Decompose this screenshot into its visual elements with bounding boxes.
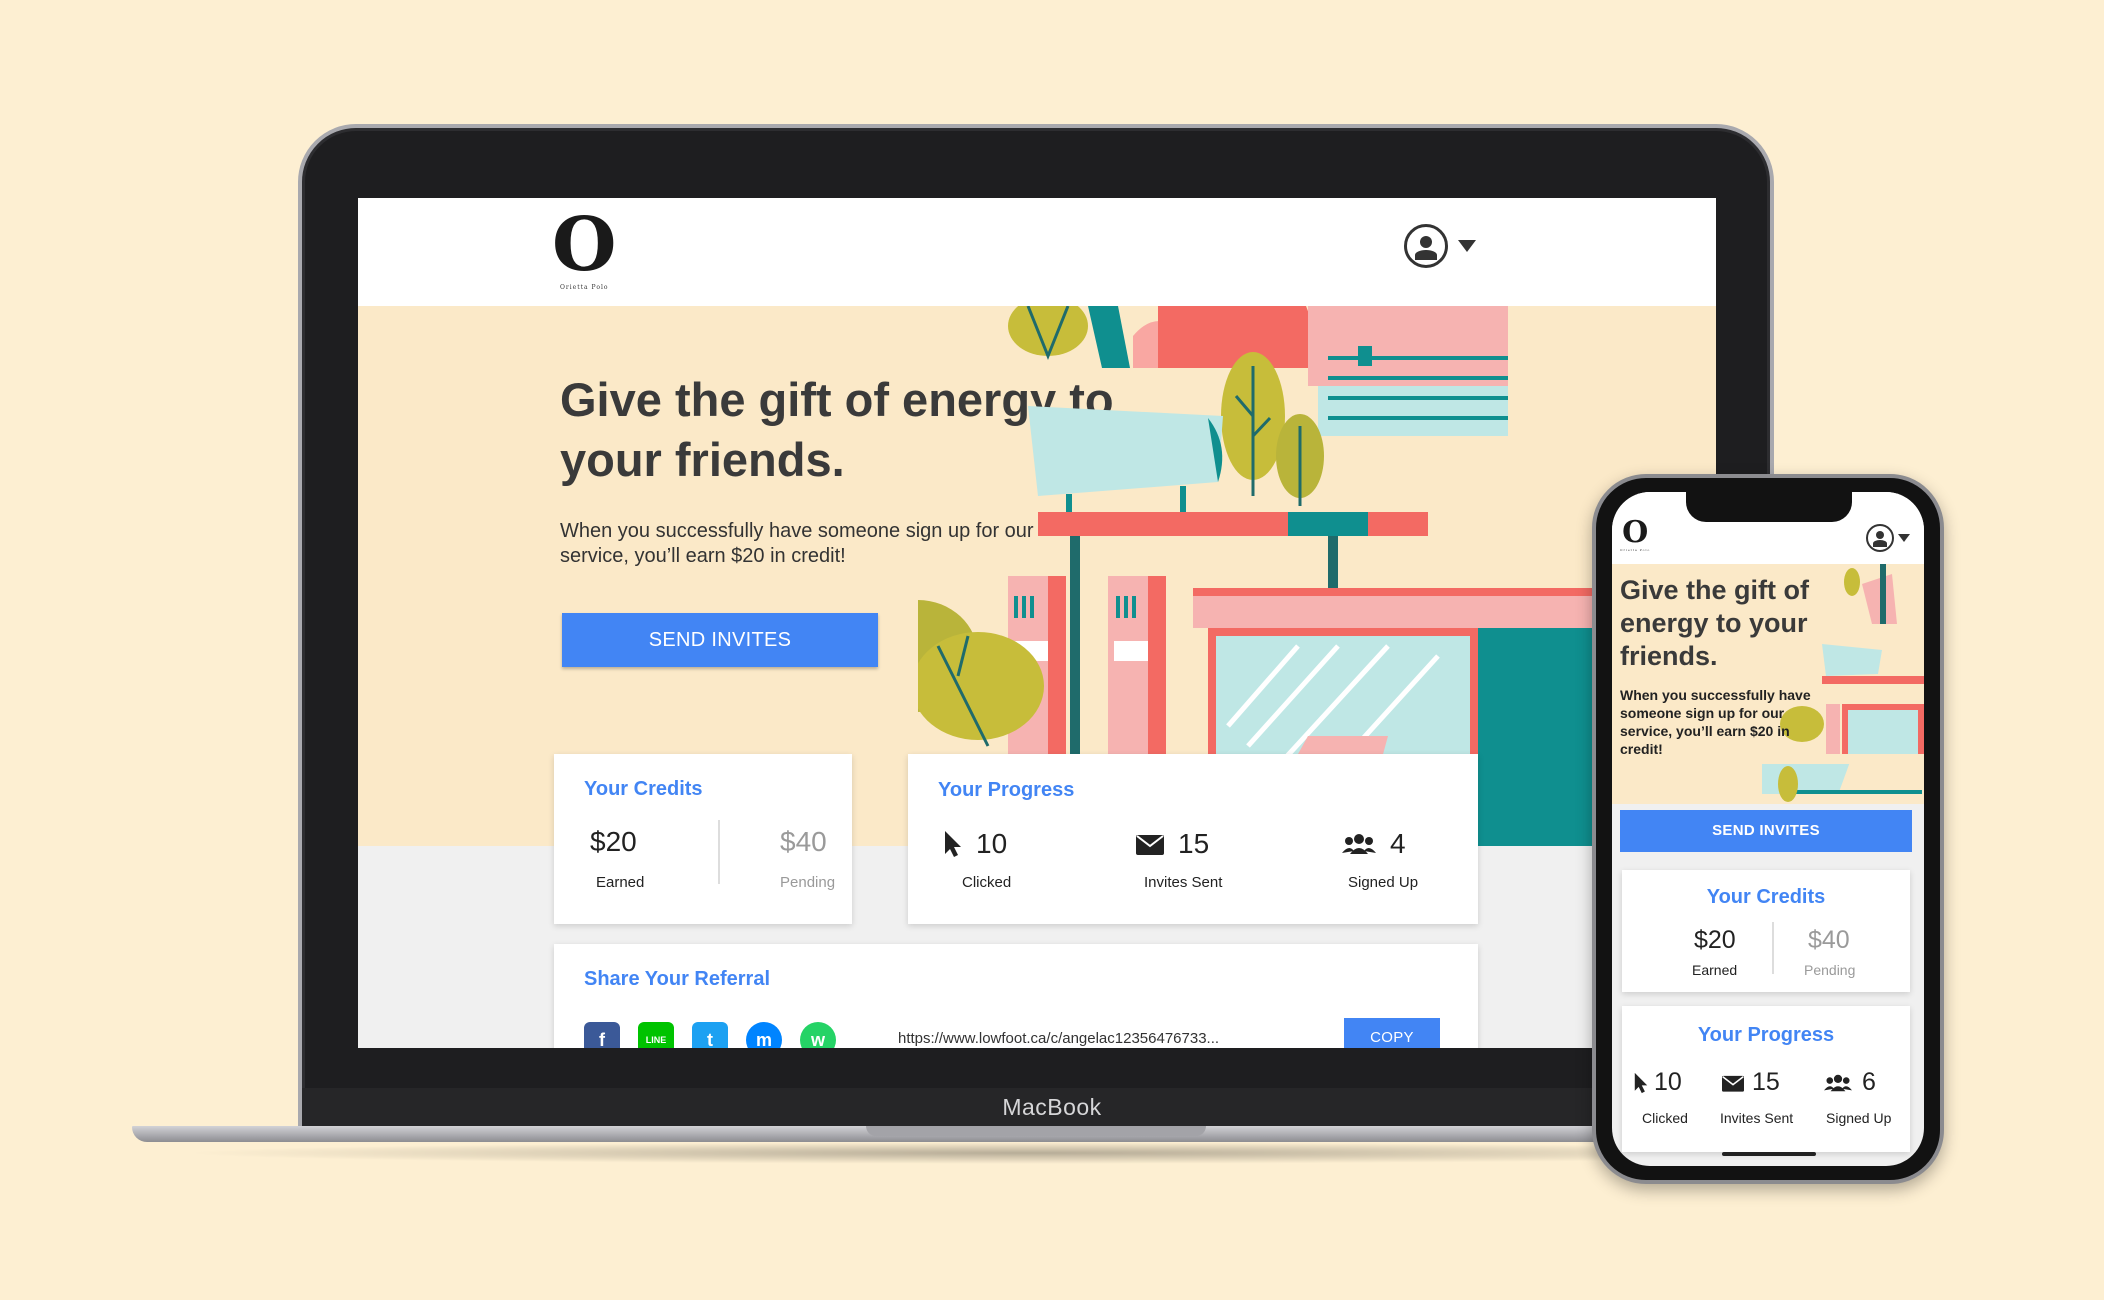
user-avatar-icon (1404, 224, 1448, 268)
signed-up-stat: 4 (1342, 828, 1406, 860)
logo-mark: O (552, 202, 617, 288)
mobile-hero-subtitle: When you successfully have someone sign … (1620, 687, 1811, 757)
line-icon[interactable]: LINE (638, 1022, 674, 1048)
phone-notch (1686, 492, 1852, 522)
phone-home-indicator (1722, 1152, 1816, 1156)
clicked-label: Clicked (962, 874, 1012, 891)
brand-logo[interactable]: O Orietta Polo (552, 208, 616, 291)
caret-down-icon (1458, 240, 1476, 252)
earned-amount: $20 (590, 826, 637, 857)
desktop-screen: O Orietta Polo Give the gift of energy t… (358, 198, 1716, 1048)
referral-link[interactable]: https://www.lowfoot.ca/c/angelac12356476… (898, 1030, 1219, 1047)
pending-amount: $40 (780, 826, 827, 857)
twitter-icon[interactable]: t (692, 1022, 728, 1048)
mobile-earned-label: Earned (1692, 962, 1738, 978)
mobile-logo-mark: O (1622, 515, 1649, 550)
mobile-progress-title: Your Progress (1697, 1024, 1835, 1046)
mobile-logo-subtitle: Orietta Polo (1620, 548, 1651, 552)
users-icon (1342, 834, 1376, 854)
mobile-progress-card: Your Progress 10 Clicked 15 Invites Sent… (1622, 1006, 1910, 1152)
mobile-invites-stat: 15 (1722, 1068, 1780, 1097)
progress-card: Your Progress 10 Clicked 15 Invites Sent… (908, 754, 1478, 924)
send-invites-button[interactable]: SEND INVITES (562, 613, 878, 667)
mobile-credits-title: Your Credits (1706, 886, 1826, 908)
site-header: O Orietta Polo (358, 198, 1716, 306)
laptop-brand-label: MacBook (1002, 1094, 1102, 1120)
envelope-icon (1722, 1075, 1744, 1092)
users-icon (1824, 1074, 1852, 1091)
invites-count: 15 (1178, 828, 1210, 859)
mobile-brand-logo[interactable]: O Orietta Polo (1620, 515, 1651, 553)
caret-down-icon (1898, 534, 1910, 542)
mobile-pending-label: Pending (1804, 962, 1856, 978)
pending-label: Pending (780, 874, 836, 891)
mobile-send-invites-button[interactable]: SEND INVITES (1620, 810, 1912, 852)
mobile-hero-section: Give the gift of energy to your friends.… (1612, 564, 1924, 804)
mobile-account-menu-button[interactable] (1866, 524, 1910, 552)
copy-button[interactable]: COPY (1344, 1018, 1440, 1048)
mobile-credits-card: Your Credits $20 Earned $40 Pending (1622, 870, 1910, 992)
signed-up-label: Signed Up (1348, 874, 1419, 891)
mobile-earned-amount: $20 (1694, 926, 1736, 954)
mobile-invites-count: 15 (1752, 1068, 1780, 1096)
messenger-icon[interactable]: m (746, 1022, 782, 1048)
mobile-credits-divider (1772, 922, 1774, 974)
whatsapp-icon[interactable]: w (800, 1022, 836, 1048)
mobile-pending-amount: $40 (1808, 926, 1850, 954)
mobile-signed-up-stat: 6 (1824, 1068, 1876, 1097)
credits-divider (718, 820, 720, 884)
invites-label: Invites Sent (1144, 874, 1223, 891)
clicked-count: 10 (976, 828, 1008, 859)
envelope-icon (1136, 835, 1164, 855)
share-card: Share Your Referral f LINE t m w https:/… (554, 944, 1478, 1048)
invites-stat: 15 (1136, 828, 1209, 860)
user-avatar-icon (1866, 524, 1894, 552)
mobile-clicked-stat: 10 (1634, 1068, 1682, 1097)
credits-card: Your Credits $20 Earned $40 Pending (554, 754, 852, 924)
facebook-icon[interactable]: f (584, 1022, 620, 1048)
cursor-icon (945, 831, 961, 857)
earned-label: Earned (596, 874, 645, 891)
logo-subtitle: Orietta Polo (559, 284, 609, 291)
progress-title: Your Progress (938, 779, 1075, 801)
share-title: Share Your Referral (584, 968, 771, 990)
cursor-icon (1634, 1072, 1648, 1093)
clicked-stat: 10 (944, 828, 1007, 860)
mobile-hero-title: Give the gift of energy to your friends. (1620, 575, 1809, 671)
signed-up-count: 4 (1390, 828, 1406, 859)
mobile-signed-up-count: 6 (1862, 1068, 1876, 1096)
credits-title: Your Credits (584, 778, 703, 800)
mobile-screen: O Orietta Polo Give the gift of energy t… (1612, 492, 1924, 1166)
account-menu-button[interactable] (1404, 224, 1476, 268)
laptop-hinge-notch (866, 1126, 1206, 1136)
mobile-clicked-count: 10 (1654, 1068, 1682, 1096)
